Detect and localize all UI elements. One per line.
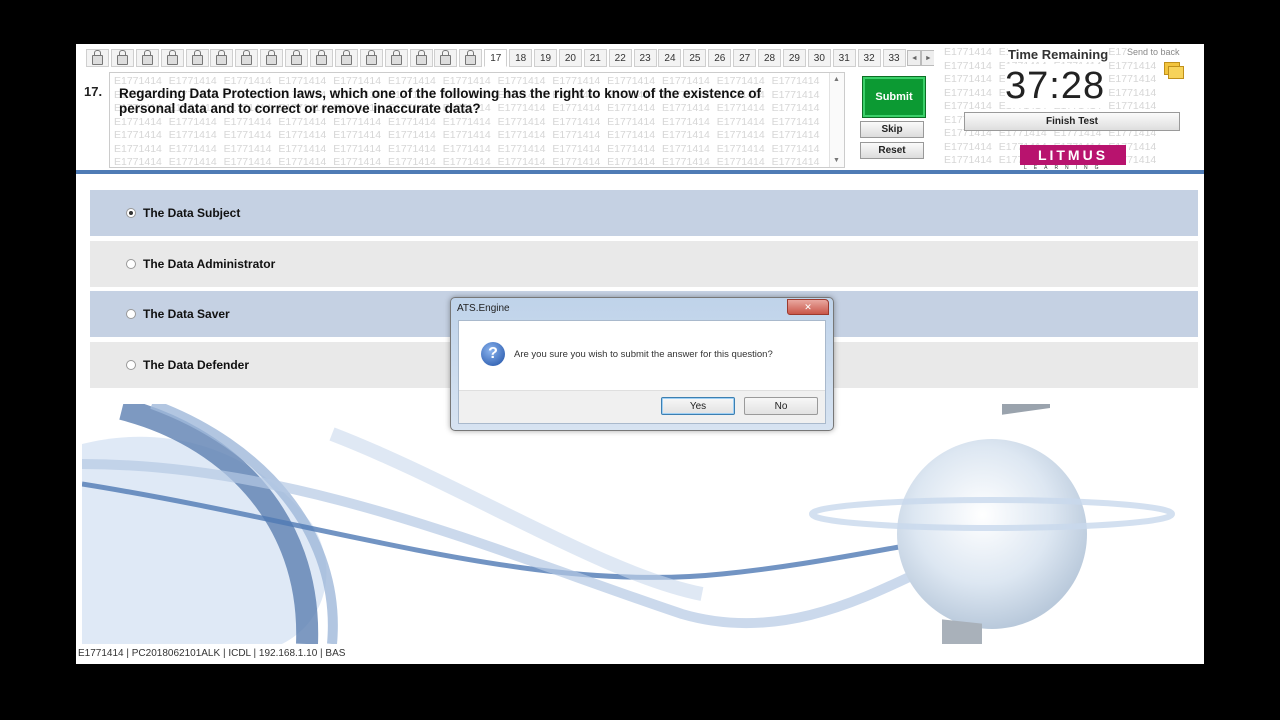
dialog-message: Are you sure you wish to submit the answ… <box>514 349 773 360</box>
question-tab-locked[interactable] <box>185 49 209 67</box>
question-tab-locked[interactable] <box>210 49 234 67</box>
question-tab[interactable]: 24 <box>658 49 682 67</box>
no-button[interactable]: No <box>744 397 818 415</box>
option-row[interactable]: The Data Administrator <box>90 240 1198 287</box>
question-tab-locked[interactable] <box>110 49 134 67</box>
question-tab[interactable]: 22 <box>608 49 632 67</box>
question-tab-locked[interactable] <box>334 49 358 67</box>
finish-test-button[interactable]: Finish Test <box>964 112 1180 131</box>
question-tab[interactable]: 18 <box>509 49 533 67</box>
question-tab[interactable]: 31 <box>832 49 856 67</box>
question-tab-locked[interactable] <box>160 49 184 67</box>
question-tab-locked[interactable] <box>86 49 109 67</box>
lock-icon <box>316 50 328 65</box>
close-icon[interactable]: ✕ <box>787 299 829 315</box>
option-row[interactable]: The Data Subject <box>90 190 1198 236</box>
lock-icon <box>465 50 477 65</box>
question-tab-locked[interactable] <box>310 49 334 67</box>
timer-panel: E1771414 E1771414 E1771414 E1771414 E177… <box>942 44 1204 172</box>
question-tab[interactable]: 23 <box>633 49 657 67</box>
question-tab[interactable]: 32 <box>857 49 881 67</box>
dialog-title: ATS.Engine <box>457 303 510 314</box>
question-tab-locked[interactable] <box>459 49 483 67</box>
radio-button[interactable] <box>126 359 136 370</box>
lock-icon <box>340 50 352 65</box>
question-number: 17. <box>84 84 103 99</box>
scroll-right-icon[interactable]: ► <box>921 50 934 66</box>
question-tab[interactable]: 20 <box>558 49 582 67</box>
send-to-back-label[interactable]: Send to back <box>1127 47 1180 57</box>
lock-icon <box>365 50 377 65</box>
question-tab-locked[interactable] <box>409 49 433 67</box>
lock-icon <box>440 50 452 65</box>
lock-icon <box>241 50 253 65</box>
radio-button[interactable] <box>126 208 136 218</box>
globe-icon <box>897 439 1087 629</box>
lock-icon <box>92 50 103 65</box>
skip-button[interactable]: Skip <box>860 121 924 138</box>
dialog-body: ? Are you sure you wish to submit the an… <box>458 320 826 424</box>
time-remaining-label: Time Remaining <box>1008 47 1109 62</box>
status-bar: E1771414 | PC2018062101ALK | ICDL | 192.… <box>78 648 346 659</box>
question-text: Regarding Data Protection laws, which on… <box>119 86 762 116</box>
question-tab[interactable]: 25 <box>683 49 707 67</box>
question-tab[interactable]: 28 <box>758 49 782 67</box>
lock-icon <box>166 50 178 65</box>
lock-icon <box>216 50 228 65</box>
lock-icon <box>390 50 402 65</box>
question-scrollbar[interactable]: ▲ ▼ <box>829 73 844 167</box>
question-tab[interactable]: 29 <box>782 49 806 67</box>
lock-icon <box>191 50 203 65</box>
scroll-up-icon[interactable]: ▲ <box>833 76 840 83</box>
question-tab-locked[interactable] <box>384 49 408 67</box>
question-tab[interactable]: 19 <box>534 49 558 67</box>
option-label: The Data Saver <box>143 307 230 321</box>
question-tab[interactable]: 26 <box>708 49 732 67</box>
confirm-dialog: ATS.Engine ✕ ? Are you sure you wish to … <box>450 297 834 431</box>
lock-icon <box>266 50 278 65</box>
question-tab[interactable]: 30 <box>807 49 831 67</box>
radio-button[interactable] <box>126 258 136 269</box>
header-divider <box>76 170 1204 174</box>
question-tab-locked[interactable] <box>235 49 259 67</box>
question-nav: 17 18 19 20 21 22 23 24 25 26 27 28 29 30 31 32 33 ◄ ► <box>86 48 934 68</box>
question-box: E1771414 E1771414 E1771414 E1771414 E177… <box>109 72 845 168</box>
send-to-back-icon-front[interactable] <box>1168 66 1184 79</box>
question-tab[interactable]: 27 <box>733 49 757 67</box>
yes-button[interactable]: Yes <box>661 397 735 415</box>
scroll-left-icon[interactable]: ◄ <box>907 50 922 66</box>
dialog-footer: Yes No <box>459 390 825 423</box>
option-label: The Data Defender <box>143 357 250 372</box>
lock-icon <box>141 50 153 65</box>
question-tab[interactable]: 21 <box>583 49 607 67</box>
lock-icon <box>116 50 128 65</box>
submit-button[interactable]: Submit <box>862 76 926 118</box>
lock-icon <box>291 50 303 65</box>
header: 17 18 19 20 21 22 23 24 25 26 27 28 29 30 31 32 33 ◄ ► 17.… <box>76 44 1204 174</box>
reset-button[interactable]: Reset <box>860 142 924 159</box>
timer-value: 37:28 <box>1005 64 1106 108</box>
question-tab-locked[interactable] <box>285 49 309 67</box>
question-tab-locked[interactable] <box>434 49 458 67</box>
decorative-background <box>82 404 1175 644</box>
question-tab-locked[interactable] <box>260 49 284 67</box>
question-tab-locked[interactable] <box>135 49 159 67</box>
question-tab-current[interactable]: 17 <box>484 49 508 67</box>
question-tab-locked[interactable] <box>359 49 383 67</box>
lock-icon <box>415 50 427 65</box>
brand-logo: LITMUS <box>1020 145 1126 165</box>
radio-button[interactable] <box>126 309 136 319</box>
option-label: The Data Subject <box>143 206 241 220</box>
scroll-down-icon[interactable]: ▼ <box>833 157 840 164</box>
question-tab[interactable]: 33 <box>882 49 906 67</box>
option-label: The Data Administrator <box>143 256 276 271</box>
question-icon: ? <box>481 342 505 366</box>
